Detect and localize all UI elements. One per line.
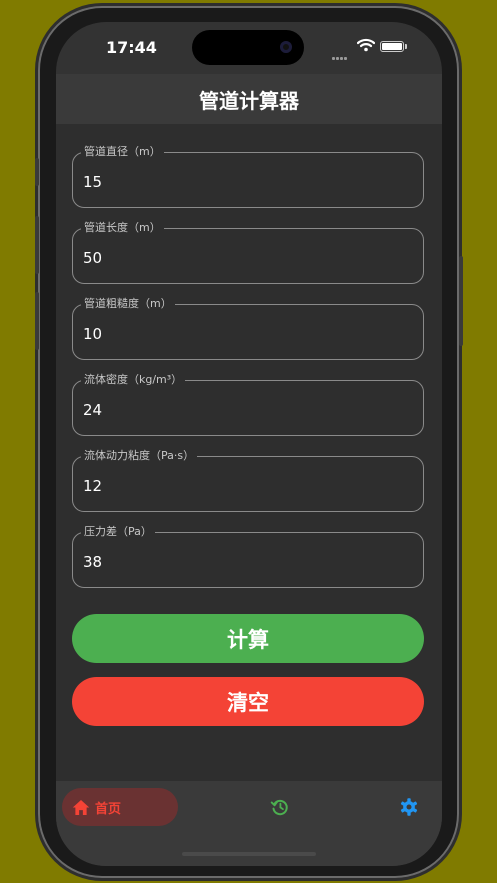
clear-button[interactable]: 清空: [72, 677, 424, 726]
pipe-diameter-field[interactable]: 管道直径（m）: [72, 145, 424, 208]
nav-home-tab[interactable]: 首页: [62, 788, 178, 826]
dynamic-island: [192, 30, 304, 65]
fluid-density-input[interactable]: [83, 399, 413, 421]
pipe-roughness-field[interactable]: 管道粗糙度（m）: [72, 297, 424, 360]
pipe-length-input[interactable]: [83, 247, 413, 269]
mute-switch: [35, 158, 39, 186]
pressure-difference-input[interactable]: [83, 551, 413, 573]
battery-icon: [380, 41, 404, 52]
pipe-diameter-input[interactable]: [83, 171, 413, 193]
status-bar: 17:44: [56, 22, 442, 74]
pressure-difference-label: 压力差（Pa）: [81, 525, 155, 539]
nav-home-label: 首页: [95, 801, 122, 817]
wifi-icon: [357, 38, 375, 52]
fluid-viscosity-label: 流体动力粘度（Pa·s）: [81, 449, 198, 463]
phone-screen: 17:44 管道计算器 管道直径（m） 管道长度（m） 管道粗糙度（m） 流体: [56, 22, 442, 866]
pipe-roughness-input[interactable]: [83, 323, 413, 345]
volume-up-button: [35, 216, 39, 274]
history-icon[interactable]: [270, 797, 290, 817]
home-icon: [72, 799, 90, 815]
fluid-density-field[interactable]: 流体密度（kg/m³）: [72, 373, 424, 436]
pipe-length-label: 管道长度（m）: [81, 221, 164, 235]
pressure-difference-field[interactable]: 压力差（Pa）: [72, 525, 424, 588]
app-bar: 管道计算器: [56, 74, 442, 124]
pipe-length-field[interactable]: 管道长度（m）: [72, 221, 424, 284]
fluid-viscosity-input[interactable]: [83, 475, 413, 497]
signal-icon: [332, 45, 348, 64]
pipe-roughness-label: 管道粗糙度（m）: [81, 297, 175, 311]
status-time: 17:44: [106, 38, 157, 57]
power-button: [459, 256, 463, 346]
calculate-button-label: 计算: [227, 627, 269, 652]
pipe-diameter-label: 管道直径（m）: [81, 145, 164, 159]
volume-down-button: [35, 292, 39, 350]
calculate-button[interactable]: 计算: [72, 614, 424, 663]
page-title: 管道计算器: [199, 88, 299, 113]
clear-button-label: 清空: [227, 690, 269, 715]
settings-icon[interactable]: [399, 797, 419, 817]
camera-icon: [280, 41, 292, 53]
fluid-viscosity-field[interactable]: 流体动力粘度（Pa·s）: [72, 449, 424, 512]
fluid-density-label: 流体密度（kg/m³）: [81, 373, 186, 387]
home-indicator: [182, 852, 316, 856]
battery-tip: [405, 44, 407, 49]
